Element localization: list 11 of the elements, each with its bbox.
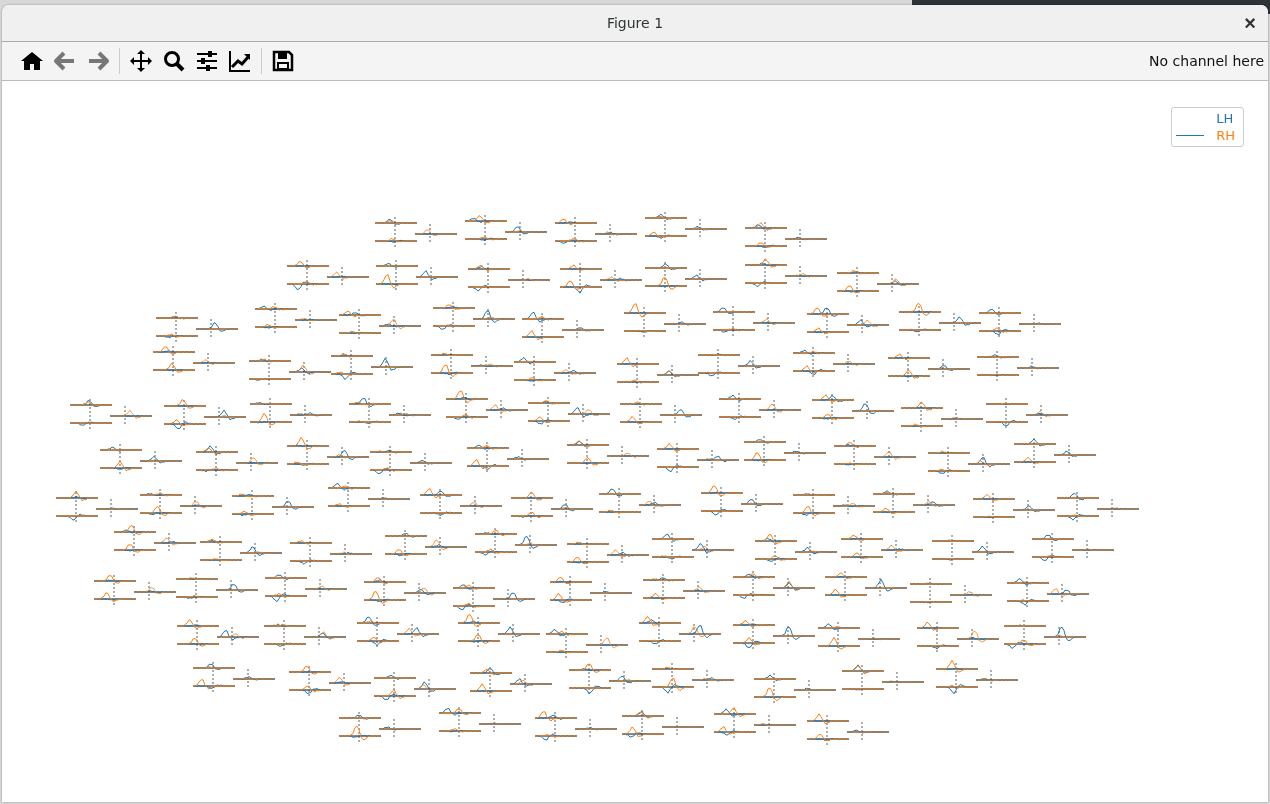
sliders-icon[interactable] [195, 49, 219, 73]
move-icon[interactable] [129, 49, 153, 73]
legend-label: LH [1216, 111, 1234, 126]
save-icon[interactable] [271, 49, 295, 73]
line-chart-icon[interactable] [228, 49, 252, 73]
zoom-icon[interactable] [162, 49, 186, 73]
home-icon[interactable] [20, 49, 44, 73]
close-button[interactable]: × [1240, 11, 1260, 35]
window-title: Figure 1 [606, 15, 664, 31]
status-text: No channel here [1149, 53, 1264, 69]
legend-label: RH [1216, 128, 1235, 143]
